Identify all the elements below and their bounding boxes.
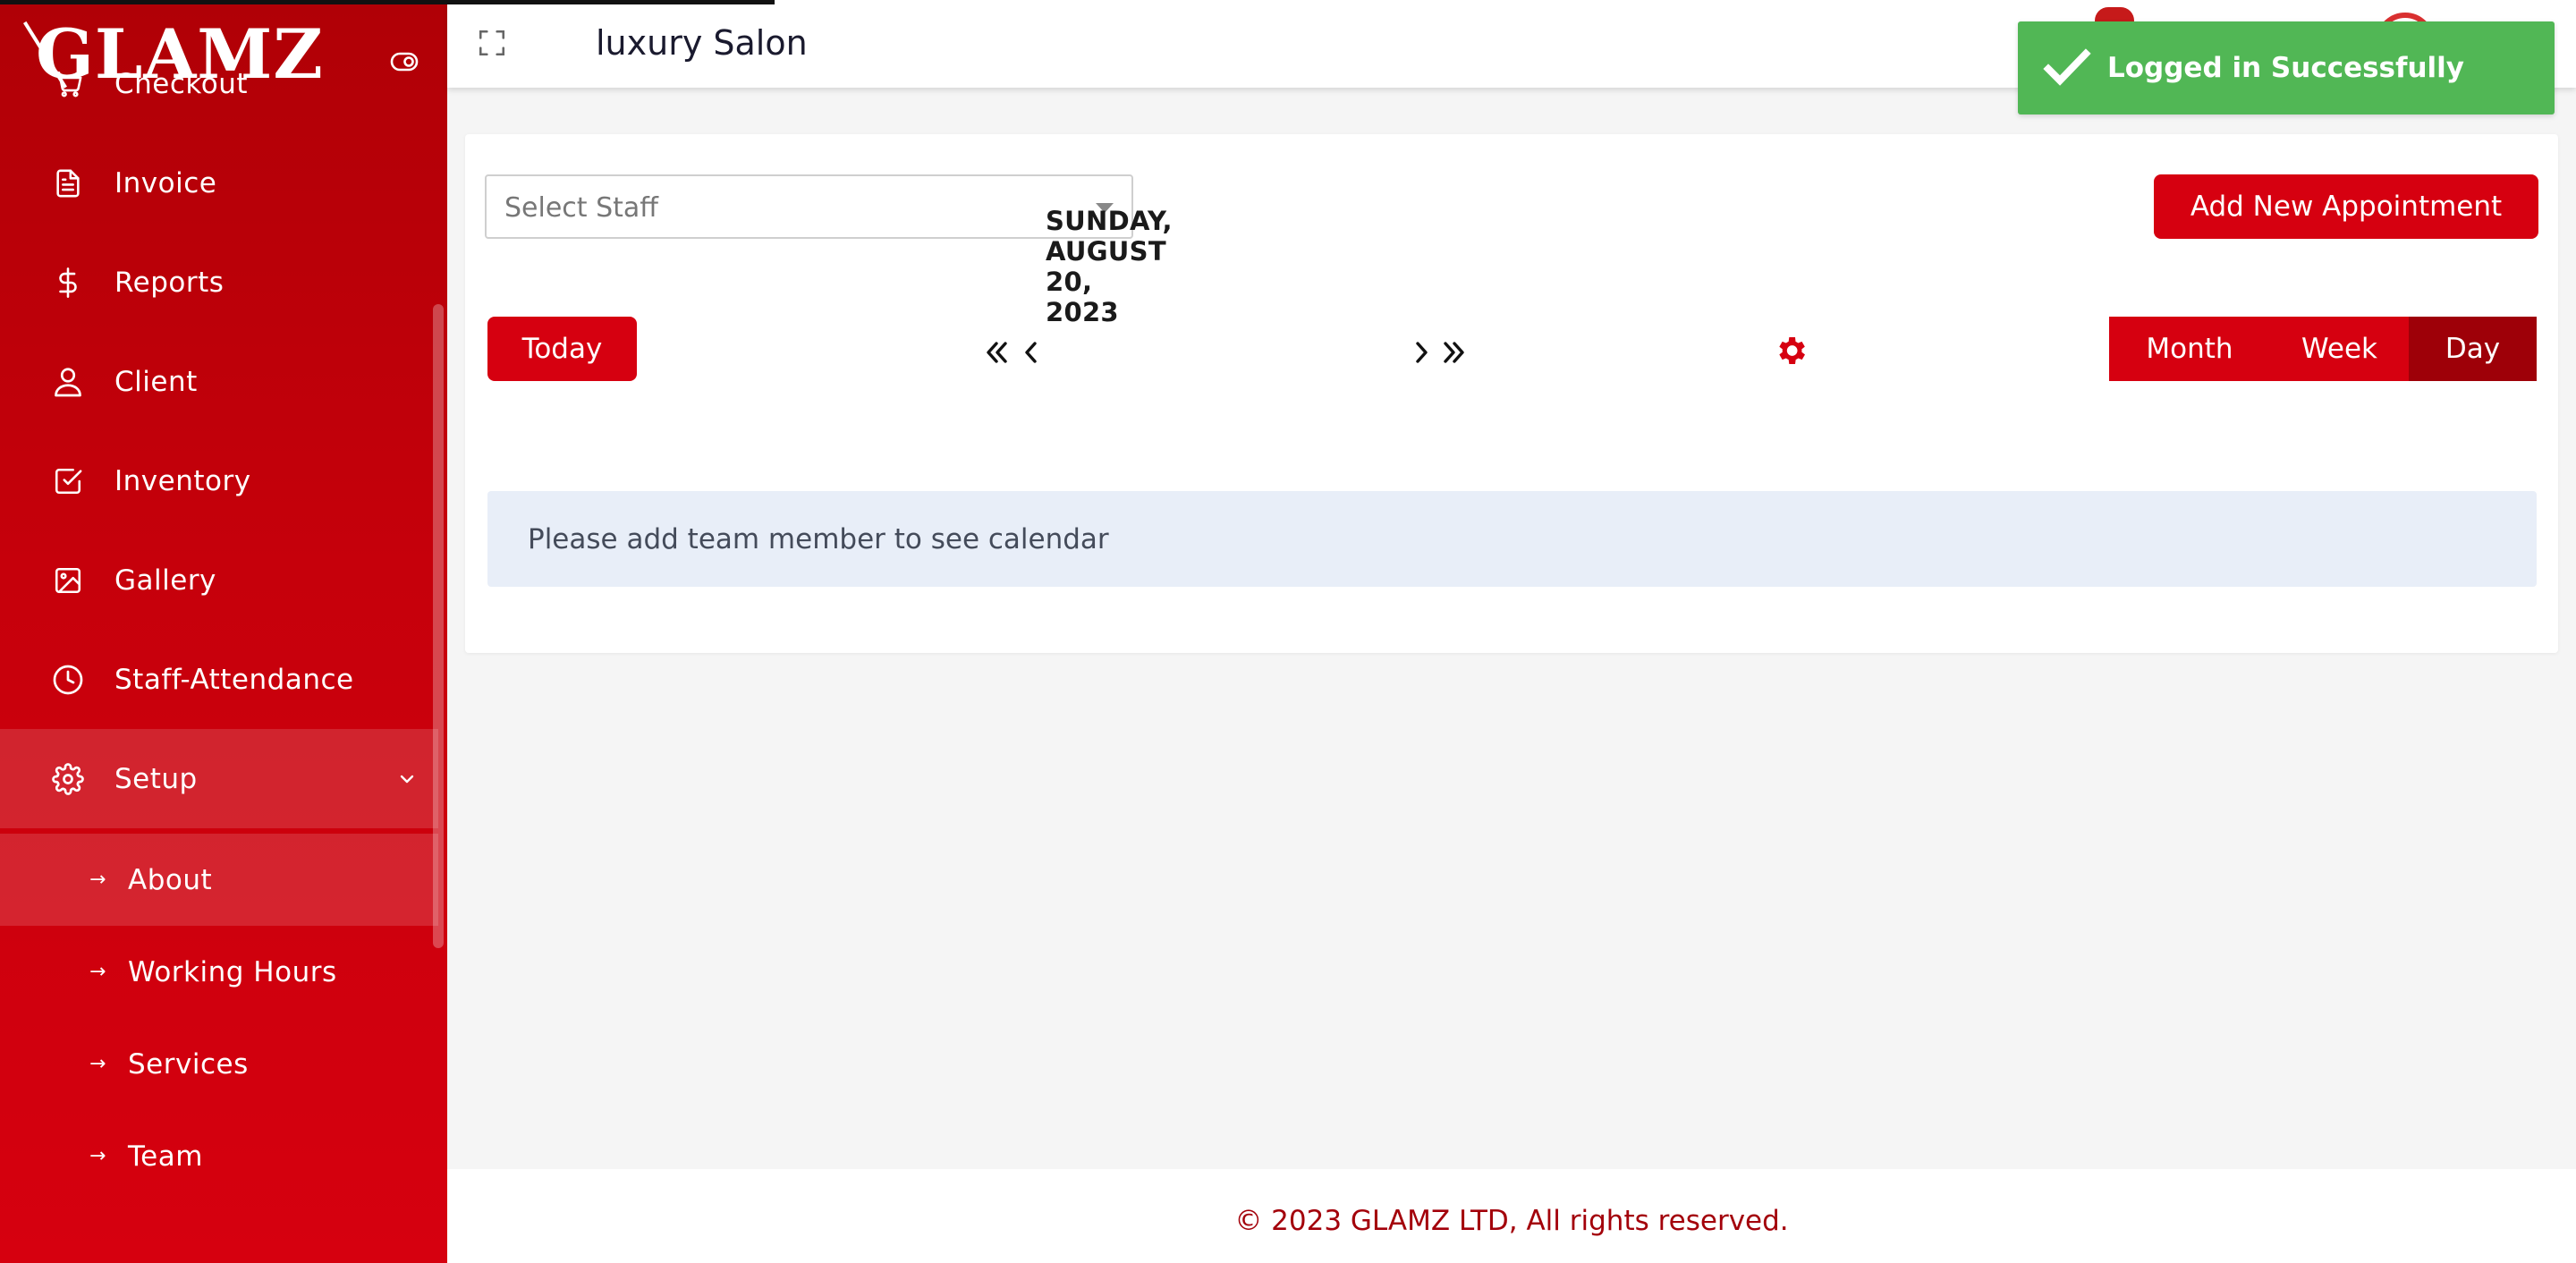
double-chevron-right-icon[interactable] — [1440, 338, 1469, 367]
sidebar-item-label: Invoice — [114, 166, 217, 199]
sidebar-item-label: Client — [114, 365, 198, 398]
toast-message: Logged in Successfully — [2107, 52, 2465, 84]
current-date-label: SUNDAY, AUGUST 20, 2023 — [1046, 206, 1173, 327]
sidebar-subitem-services[interactable]: → Services — [0, 1018, 438, 1110]
clock-icon — [50, 662, 86, 698]
sidebar-subitem-label: Working Hours — [128, 955, 337, 988]
calendar-settings-icon[interactable] — [1773, 333, 1809, 369]
sidebar-item-label: Setup — [114, 762, 198, 795]
checkmark-icon — [2043, 48, 2091, 86]
view-day-button[interactable]: Day — [2409, 317, 2537, 381]
sidebar-item-label: Checkout — [114, 67, 249, 100]
sidebar-item-label: Gallery — [114, 564, 216, 597]
success-toast[interactable]: Logged in Successfully — [2018, 21, 2555, 114]
sidebar-item-client[interactable]: Client — [0, 332, 438, 431]
sidebar-item-checkout[interactable]: Checkout — [0, 34, 438, 133]
sidebar-item-gallery[interactable]: Gallery — [0, 530, 438, 630]
footer: © 2023 GLAMZ LTD, All rights reserved. — [447, 1169, 2576, 1263]
chevron-left-icon[interactable] — [1021, 338, 1041, 367]
sidebar-item-label: Inventory — [114, 464, 251, 497]
sidebar-item-label: Staff-Attendance — [114, 663, 354, 696]
sidebar-item-label: Reports — [114, 266, 225, 299]
fullscreen-icon[interactable] — [474, 25, 510, 61]
salon-name: luxury Salon — [596, 23, 808, 63]
view-switcher: Month Week Day — [2109, 317, 2537, 381]
sidebar-scrollbar[interactable] — [433, 304, 444, 948]
checkbox-icon — [50, 463, 86, 499]
chevron-right-icon[interactable] — [1411, 338, 1431, 367]
gear-icon — [50, 761, 86, 797]
double-chevron-left-icon[interactable] — [982, 338, 1011, 367]
calendar-card: Select Staff Add New Appointment Today M… — [465, 134, 2558, 653]
add-appointment-button[interactable]: Add New Appointment — [2154, 174, 2538, 239]
sidebar-subitem-label: About — [128, 863, 213, 896]
sidebar-item-setup[interactable]: Setup — [0, 729, 438, 828]
dollar-icon — [50, 265, 86, 301]
arrow-right-icon: → — [89, 961, 106, 983]
cart-icon — [50, 66, 86, 102]
sidebar-item-staff-attendance[interactable]: Staff-Attendance — [0, 630, 438, 729]
sidebar-item-inventory[interactable]: Inventory — [0, 431, 438, 530]
arrow-right-icon: → — [89, 1053, 106, 1075]
today-button[interactable]: Today — [487, 317, 637, 381]
arrow-right-icon: → — [89, 869, 106, 891]
footer-copyright: © 2023 GLAMZ LTD, All rights reserved. — [1234, 1205, 1789, 1237]
sidebar-subitem-label: Team — [128, 1140, 203, 1173]
sidebar: GLAMZ Checkout Invoice Reports Client In… — [0, 0, 447, 1263]
calendar-notice-text: Please add team member to see calendar — [528, 523, 1109, 555]
view-week-button[interactable]: Week — [2270, 317, 2409, 381]
arrow-right-icon: → — [89, 1145, 106, 1167]
view-month-button[interactable]: Month — [2109, 317, 2270, 381]
staff-select[interactable]: Select Staff — [485, 174, 1133, 239]
chevron-down-icon[interactable] — [394, 766, 420, 793]
user-icon — [50, 364, 86, 400]
document-icon — [50, 165, 86, 201]
staff-select-placeholder: Select Staff — [504, 192, 658, 224]
sidebar-subitem-about[interactable]: → About — [0, 834, 438, 926]
sidebar-item-reports[interactable]: Reports — [0, 233, 438, 332]
sidebar-item-invoice[interactable]: Invoice — [0, 133, 438, 233]
sidebar-subitem-team[interactable]: → Team — [0, 1110, 438, 1202]
sidebar-subitem-working-hours[interactable]: → Working Hours — [0, 926, 438, 1018]
sidebar-nav: Checkout Invoice Reports Client Inventor… — [0, 66, 447, 1202]
calendar-notice: Please add team member to see calendar — [487, 491, 2537, 587]
sidebar-subitem-label: Services — [128, 1047, 249, 1081]
page-loading-bar — [0, 0, 775, 4]
image-icon — [50, 563, 86, 598]
